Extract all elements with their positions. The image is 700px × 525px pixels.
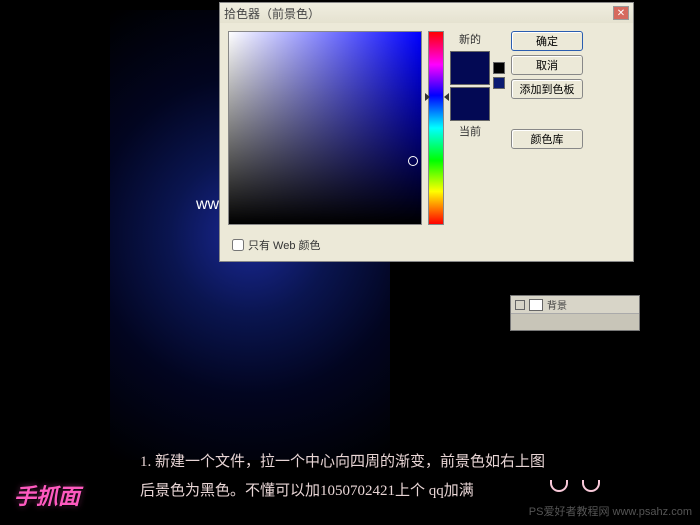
- color-field-cursor: [408, 156, 418, 166]
- current-color-swatch[interactable]: [450, 87, 490, 121]
- tutorial-caption: 1. 新建一个文件，拉一个中心向四周的渐变，前景色如右上图 后景色为黑色。不懂可…: [140, 448, 545, 505]
- layers-panel[interactable]: 背景: [510, 295, 640, 331]
- add-swatch-button[interactable]: 添加到色板: [511, 79, 583, 99]
- color-picker-dialog: 拾色器（前景色） ✕ 新的 当前 确定 取消: [219, 2, 634, 262]
- layer-thumbnail[interactable]: [529, 299, 543, 311]
- new-color-label: 新的: [459, 31, 481, 47]
- ok-button[interactable]: 确定: [511, 31, 583, 51]
- color-field[interactable]: [228, 31, 422, 225]
- brand-logo: 手抓面: [14, 479, 80, 511]
- websafe-swatch[interactable]: [493, 77, 505, 89]
- layer-name[interactable]: 背景: [547, 297, 567, 312]
- new-color-swatch[interactable]: [450, 51, 490, 85]
- web-only-checkbox[interactable]: [232, 239, 244, 251]
- dialog-titlebar[interactable]: 拾色器（前景色） ✕: [220, 3, 633, 23]
- hue-slider[interactable]: [428, 31, 444, 225]
- dialog-title: 拾色器（前景色）: [224, 5, 613, 22]
- color-library-button[interactable]: 颜色库: [511, 129, 583, 149]
- caption-line-1: 1. 新建一个文件，拉一个中心向四周的渐变，前景色如右上图: [140, 448, 545, 477]
- hue-slider-thumb[interactable]: [425, 93, 449, 101]
- warning-swatch[interactable]: [493, 62, 505, 74]
- visibility-icon[interactable]: [515, 300, 525, 310]
- close-button[interactable]: ✕: [613, 6, 629, 20]
- emoticon: [550, 480, 600, 492]
- site-watermark: PS爱好者教程网 www.psahz.com: [529, 503, 692, 519]
- caption-line-2: 后景色为黑色。不懂可以加1050702421上个 qq加满: [140, 477, 545, 506]
- current-color-label: 当前: [459, 123, 481, 139]
- cancel-button[interactable]: 取消: [511, 55, 583, 75]
- close-icon: ✕: [617, 8, 625, 19]
- web-only-label: 只有 Web 颜色: [248, 237, 321, 253]
